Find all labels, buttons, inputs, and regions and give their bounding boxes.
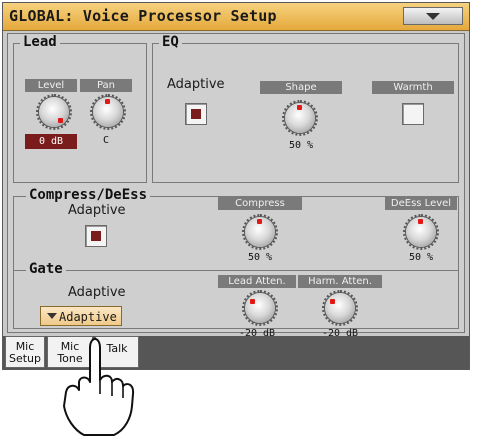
eq-adaptive-label: Adaptive [167, 77, 225, 92]
page-title: GLOBAL: Voice Processor Setup [9, 7, 277, 25]
deess-level-knob[interactable] [403, 214, 439, 250]
warmth-checkbox[interactable] [402, 103, 424, 125]
compress-adaptive-checkbox[interactable] [85, 225, 107, 247]
tab-mic-setup[interactable]: Mic Setup [5, 336, 45, 368]
gate-section-title: Gate [26, 261, 66, 277]
deess-level-label: DeEss Level [385, 197, 457, 210]
lead-atten-knob[interactable] [242, 290, 278, 326]
level-knob[interactable] [36, 94, 72, 130]
pan-label: Pan [80, 79, 132, 92]
compress-knob[interactable] [242, 214, 278, 250]
compress-label: Compress [218, 197, 302, 210]
voice-processor-screen: GLOBAL: Voice Processor Setup Lead Level… [2, 2, 470, 370]
shape-knob[interactable] [282, 100, 318, 136]
title-bar: GLOBAL: Voice Processor Setup [3, 3, 469, 31]
pan-knob-indicator [105, 99, 110, 104]
tab-mic-setup-line2: Setup [8, 352, 42, 365]
pan-value: C [102, 135, 110, 146]
eq-section: EQ Adaptive Shape 50 % Warmth [152, 34, 459, 183]
gate-divider [14, 270, 458, 271]
eq-section-title: EQ [159, 34, 182, 50]
harm-atten-knob[interactable] [322, 290, 358, 326]
warmth-label: Warmth [372, 81, 454, 94]
level-knob-indicator [58, 118, 63, 123]
lead-atten-knob-indicator [250, 299, 255, 304]
compress-knob-indicator [257, 219, 262, 224]
compress-value: 50 % [247, 252, 273, 263]
harm-atten-knob-indicator [330, 299, 335, 304]
level-label: Level [25, 79, 77, 92]
compress-section-title: Compress/DeEss [26, 187, 151, 203]
deess-level-value: 50 % [408, 252, 434, 263]
shape-value: 50 % [288, 140, 314, 151]
compress-adaptive-label: Adaptive [68, 203, 126, 218]
chevron-down-icon [426, 13, 440, 20]
lead-atten-label: Lead Atten. [218, 275, 296, 288]
shape-knob-indicator [297, 105, 302, 110]
pointing-hand-icon [63, 338, 135, 436]
deess-level-knob-indicator [418, 219, 423, 224]
dynamics-section: Compress/DeEss Adaptive Compress 50 % De… [13, 187, 459, 339]
page-menu-button[interactable] [403, 7, 463, 25]
chevron-down-icon [47, 313, 57, 319]
shape-label: Shape [260, 81, 342, 94]
lead-section: Lead Level Pan 0 dB C [13, 34, 147, 183]
pan-knob[interactable] [90, 94, 126, 130]
lead-section-title: Lead [20, 34, 60, 50]
harm-atten-label: Harm. Atten. [298, 275, 382, 288]
gate-adaptive-label: Adaptive [68, 285, 126, 300]
eq-adaptive-checkbox[interactable] [185, 103, 207, 125]
level-value[interactable]: 0 dB [25, 134, 77, 149]
main-panel: Lead Level Pan 0 dB C EQ Adaptive Shape … [7, 33, 465, 339]
